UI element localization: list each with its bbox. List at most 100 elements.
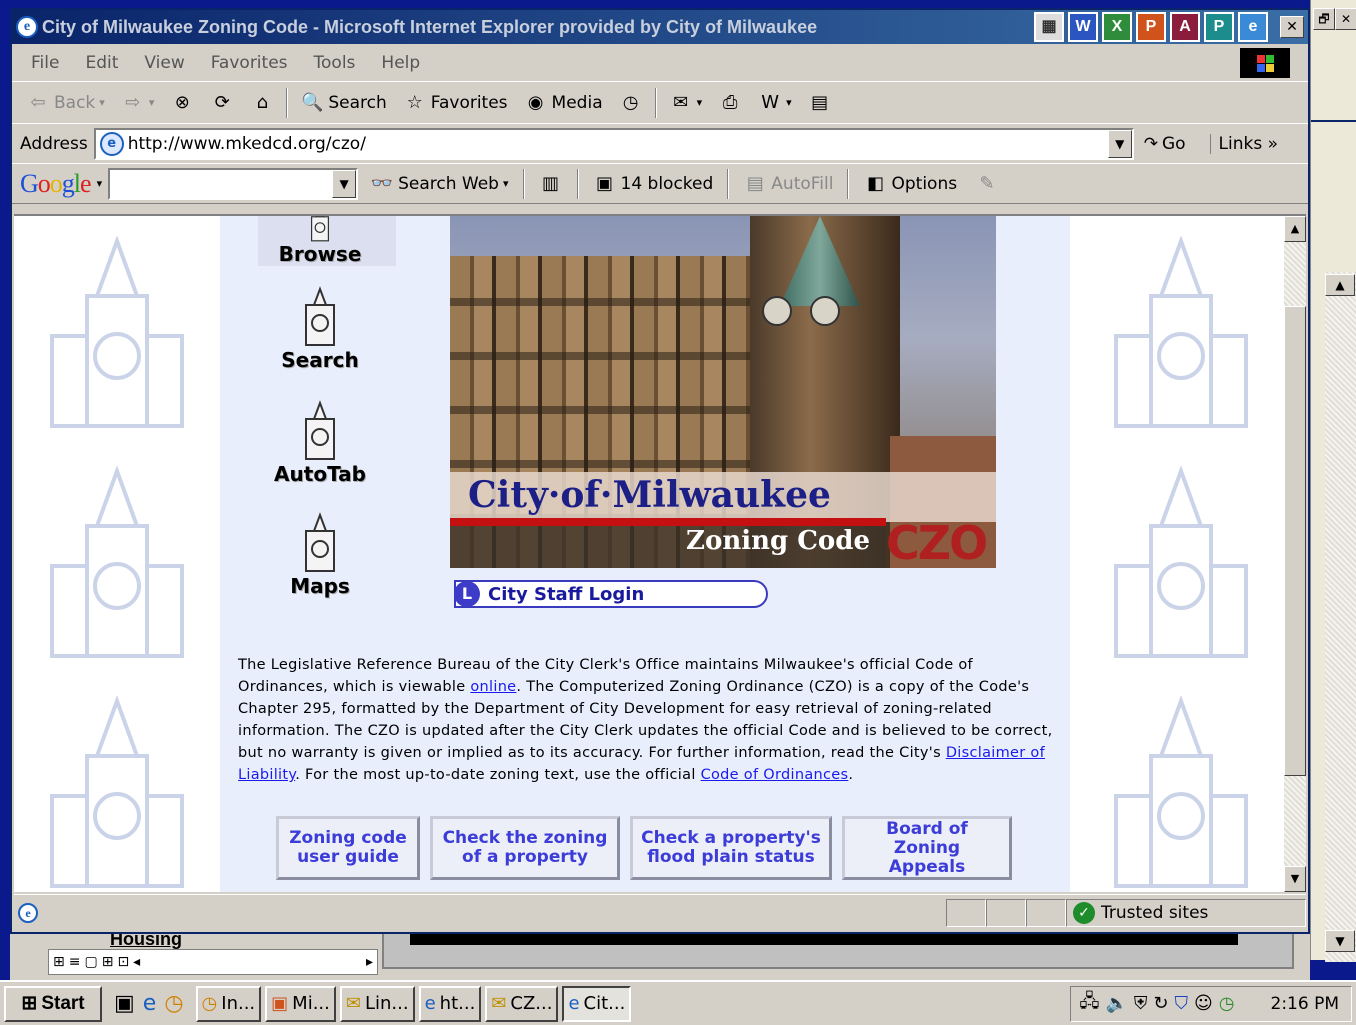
search-web-button[interactable]: 👓 Search Web ▾: [364, 167, 514, 201]
sync-icon[interactable]: ↻: [1153, 993, 1168, 1014]
highlighter-button[interactable]: ✎: [969, 167, 1005, 201]
nav-search[interactable]: Search: [250, 286, 390, 372]
scroll-down-icon[interactable]: ▼: [1325, 930, 1355, 952]
forward-button[interactable]: ⇨ ▾: [115, 86, 161, 120]
menu-file[interactable]: File: [18, 53, 72, 73]
scrollbar-thumb[interactable]: [1284, 306, 1306, 776]
scrollbar-track[interactable]: [1325, 272, 1356, 962]
desktop-icon[interactable]: ▣: [114, 991, 135, 1016]
task-button[interactable]: ✉ Lin...: [339, 985, 415, 1022]
network-icon[interactable]: 🖧: [1079, 989, 1099, 1019]
menu-favorites[interactable]: Favorites: [198, 53, 301, 73]
search-dropdown-icon[interactable]: ▼: [332, 169, 357, 198]
close-icon[interactable]: ✕: [1280, 16, 1304, 38]
edit-button[interactable]: W ▾: [752, 86, 798, 120]
search-button[interactable]: 🔍 Search: [294, 86, 392, 120]
clock-icon[interactable]: ◷: [1219, 993, 1235, 1014]
excel-icon[interactable]: X: [1102, 12, 1132, 42]
print-view-icon[interactable]: ▢: [84, 954, 97, 970]
flood-plain-button[interactable]: Check a property's flood plain status: [630, 816, 832, 880]
address-dropdown-icon[interactable]: ▼: [1107, 129, 1132, 158]
address-input[interactable]: e http://www.mkedcd.org/czo/ ▼: [93, 127, 1134, 160]
zoning-appeals-button[interactable]: Board of Zoning Appeals: [842, 816, 1012, 880]
scroll-right-icon[interactable]: ▸: [366, 954, 373, 970]
task-button[interactable]: ▣ Mi...: [265, 985, 336, 1022]
google-logo[interactable]: Google: [20, 169, 92, 199]
go-arrow-icon: ↷: [1143, 133, 1158, 154]
task-button[interactable]: ◷ In...: [195, 985, 262, 1022]
zoning-user-guide-button[interactable]: Zoning code user guide: [276, 816, 420, 880]
taskbar: ⊞ Start ▣ e ◷ ◷ In... ▣ Mi... ✉ Lin... e ht..…: [0, 980, 1356, 1025]
volume-icon[interactable]: 🔈: [1106, 993, 1128, 1014]
scroll-down-icon[interactable]: ▼: [1284, 866, 1306, 892]
outline-view-icon[interactable]: ⊞: [102, 954, 114, 970]
city-staff-login-button[interactable]: L City Staff Login: [454, 580, 768, 608]
scroll-up-icon[interactable]: ▲: [1325, 274, 1355, 296]
options-icon: ◧: [866, 172, 884, 194]
nav-browse[interactable]: Browse: [250, 216, 390, 266]
print-button[interactable]: ⎙: [712, 86, 748, 120]
check-icon: ✓: [1073, 901, 1095, 924]
background-window-bottom: Housing ⊞ ≡ ▢ ⊞ ⊡ ◂ ▸: [10, 930, 1310, 980]
google-search-input[interactable]: ▼: [108, 167, 359, 200]
start-button[interactable]: ⊞ Start: [4, 985, 102, 1022]
publisher-icon[interactable]: P: [1204, 12, 1234, 42]
nav-maps[interactable]: Maps: [250, 512, 390, 598]
back-label: Back: [54, 92, 96, 113]
tower-watermark-icon: [1114, 236, 1248, 428]
media-button[interactable]: ◉ Media: [518, 86, 609, 120]
stop-button[interactable]: ⊗: [164, 86, 200, 120]
check-zoning-button[interactable]: Check the zoning of a property: [430, 816, 620, 880]
browser-window: e City of Milwaukee Zoning Code - Micros…: [10, 8, 1310, 934]
web-view-icon[interactable]: ≡: [69, 954, 81, 970]
options-button[interactable]: ◧ Options: [857, 167, 963, 201]
shield-icon[interactable]: ⛉: [1175, 993, 1189, 1014]
refresh-button[interactable]: ⟳: [204, 86, 240, 120]
access-icon[interactable]: A: [1170, 12, 1200, 42]
mail-icon: ✉: [673, 91, 689, 113]
popup-blocker-button[interactable]: ▣ 14 blocked: [587, 167, 720, 201]
menu-help[interactable]: Help: [368, 53, 433, 73]
tower-icon: [305, 286, 335, 346]
reading-view-icon[interactable]: ⊡: [117, 954, 129, 970]
scroll-left-icon[interactable]: ◂: [133, 954, 140, 970]
scroll-up-icon[interactable]: ▲: [1284, 216, 1306, 242]
antivirus-icon[interactable]: ⛨: [1134, 993, 1148, 1014]
links-button[interactable]: Links »: [1209, 133, 1278, 154]
home-button[interactable]: ⌂: [244, 86, 280, 120]
menu-edit[interactable]: Edit: [72, 53, 131, 73]
task-button[interactable]: e ht...: [418, 985, 482, 1022]
autofill-button[interactable]: ▤ AutoFill: [737, 167, 839, 201]
mail-button[interactable]: ✉ ▾: [663, 86, 709, 120]
users-icon[interactable]: ☺: [1194, 993, 1213, 1014]
vertical-scrollbar[interactable]: ▲ ▼: [1284, 216, 1306, 892]
ie-shortcut-icon[interactable]: e: [1238, 12, 1268, 42]
favorites-button[interactable]: ☆ Favorites: [397, 86, 514, 120]
word-icon[interactable]: W: [1068, 12, 1098, 42]
code-of-ordinances-link[interactable]: Code of Ordinances: [701, 767, 849, 783]
go-button[interactable]: ↷ Go: [1144, 134, 1186, 154]
powerpoint-icon[interactable]: P: [1136, 12, 1166, 42]
clock-time[interactable]: 2:16 PM: [1271, 994, 1340, 1014]
close-icon[interactable]: ✕: [1335, 8, 1356, 30]
back-button[interactable]: ⇦ Back ▾: [20, 86, 111, 120]
news-button[interactable]: ▥: [533, 167, 569, 201]
nav-autotab[interactable]: AutoTab: [250, 400, 390, 486]
quick-launch: ▣ e ◷: [106, 991, 192, 1016]
menu-view[interactable]: View: [131, 53, 197, 73]
outlook-icon[interactable]: ◷: [164, 991, 183, 1016]
task-button[interactable]: e Cit...: [562, 985, 632, 1022]
discuss-button[interactable]: ▤: [802, 86, 838, 120]
task-button[interactable]: ✉ CZ...: [485, 985, 559, 1022]
chevron-down-icon[interactable]: ▾: [97, 177, 103, 190]
security-zone[interactable]: ✓ Trusted sites: [1066, 898, 1306, 927]
normal-view-icon[interactable]: ⊞: [53, 954, 65, 970]
tower-icon: [305, 512, 335, 572]
favorites-label: Favorites: [430, 92, 508, 113]
online-link[interactable]: online: [470, 679, 516, 695]
menu-tools[interactable]: Tools: [301, 53, 369, 73]
history-button[interactable]: ◷: [613, 86, 649, 120]
office-icon[interactable]: ▦: [1034, 12, 1064, 42]
ie-icon[interactable]: e: [143, 991, 157, 1016]
restore-icon[interactable]: 🗗: [1313, 8, 1335, 30]
